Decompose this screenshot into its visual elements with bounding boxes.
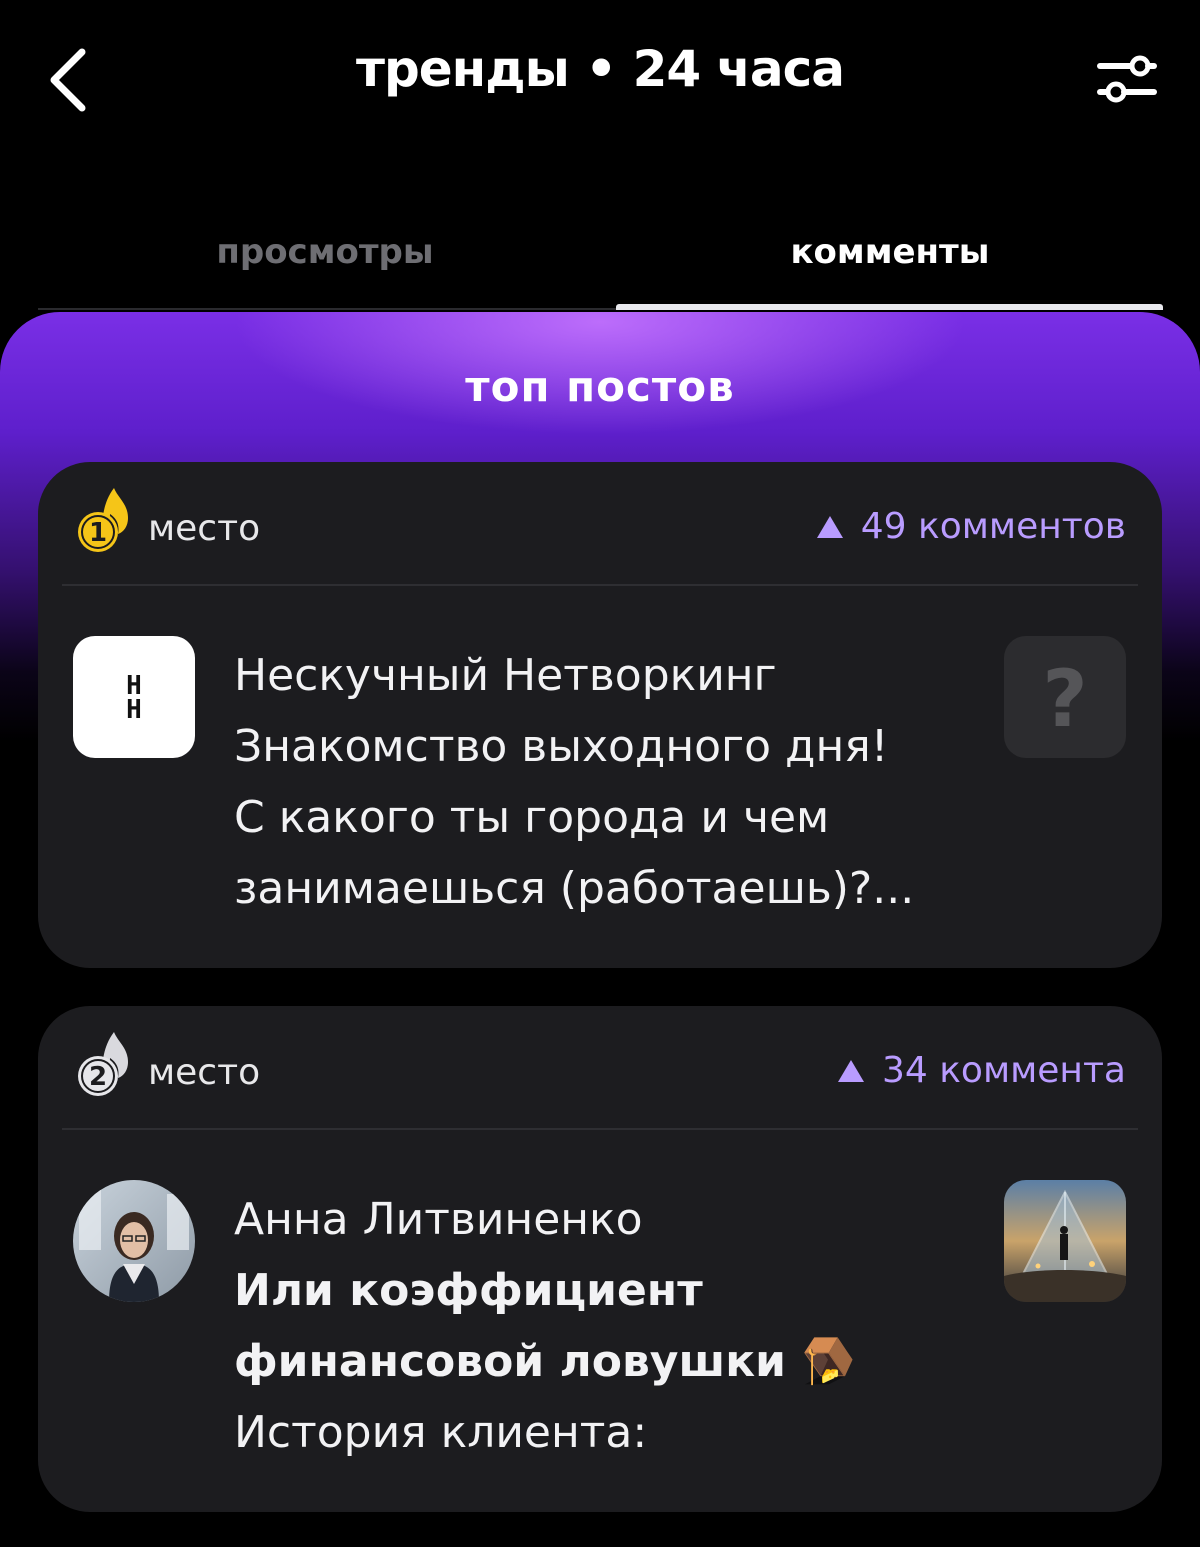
pyramid-image-icon	[1004, 1180, 1126, 1302]
panel-title: топ постов	[465, 362, 735, 411]
channel-logo-icon: Н Н	[126, 671, 142, 725]
tab-bar: просмотры комменты	[0, 210, 1200, 315]
person-photo-icon	[73, 1180, 195, 1302]
channel-avatar[interactable]: Н Н	[73, 636, 195, 758]
svg-text:Н: Н	[126, 695, 142, 725]
post-line: Нескучный Нетворкинг	[234, 650, 777, 701]
filter-button[interactable]	[1090, 52, 1164, 108]
comments-count: 49 комментов	[816, 506, 1126, 547]
rank-label: место	[148, 508, 261, 549]
header: тренды • 24 часа	[0, 0, 1200, 160]
svg-text:?: ?	[1042, 655, 1087, 745]
rank-number: 2	[89, 1062, 107, 1092]
post-line: занимаешься (работаешь)?...	[234, 863, 915, 914]
rank-row: 2 место 34 коммента	[38, 1006, 1162, 1128]
divider	[62, 584, 1138, 586]
question-mark-icon: ?	[1042, 655, 1087, 745]
trends-screen: тренды • 24 часа просмотры комменты топ …	[0, 0, 1200, 1547]
active-tab-indicator	[616, 304, 1163, 310]
post-line: История клиента:	[234, 1407, 648, 1458]
author-avatar[interactable]	[73, 1180, 195, 1302]
post-line: финансовой ловушки 🪤	[234, 1336, 857, 1387]
post-card[interactable]: 1 место 49 комментов Н Н Нескучный Нетво…	[38, 462, 1162, 968]
post-line: С какого ты города и чем	[234, 792, 830, 843]
post-card[interactable]: 2 место 34 коммента Анна Литвиненко Или …	[38, 1006, 1162, 1512]
post-line: Или коэффициент	[234, 1265, 703, 1316]
tab-comments[interactable]: комменты	[610, 232, 1170, 272]
post-text: Анна Литвиненко Или коэффициент финансов…	[234, 1184, 994, 1468]
divider	[62, 1128, 1138, 1130]
triangle-up-icon	[816, 515, 843, 538]
post-text: Нескучный Нетворкинг Знакомство выходног…	[234, 640, 994, 924]
sliders-icon	[1097, 55, 1157, 103]
post-line: Знакомство выходного дня!	[234, 721, 889, 772]
rank-label: место	[148, 1052, 261, 1093]
flame-gold-rank-icon: 1	[78, 488, 128, 552]
comments-count-text: 49 комментов	[860, 506, 1126, 547]
rank-row: 1 место 49 комментов	[38, 462, 1162, 584]
rank-number: 1	[89, 518, 107, 548]
flame-silver-rank-icon: 2	[78, 1032, 128, 1096]
tab-views[interactable]: просмотры	[45, 232, 605, 272]
comments-count-text: 34 коммента	[881, 1050, 1126, 1091]
post-thumbnail[interactable]	[1004, 1180, 1126, 1302]
page-title: тренды • 24 часа	[355, 40, 845, 98]
triangle-up-icon	[837, 1059, 864, 1082]
comments-count: 34 коммента	[837, 1050, 1126, 1091]
post-author: Анна Литвиненко	[234, 1194, 643, 1245]
post-thumbnail[interactable]: ?	[1004, 636, 1126, 758]
